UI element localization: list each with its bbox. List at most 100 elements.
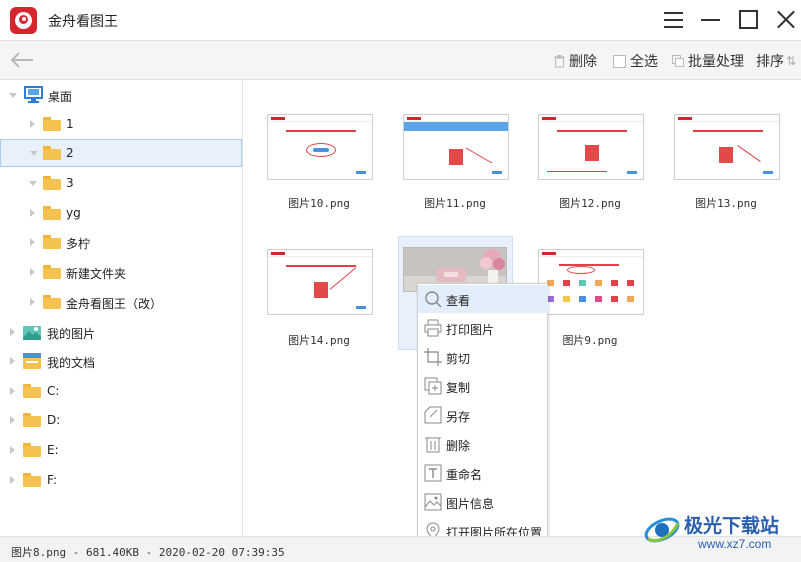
collapse-arrow-icon[interactable] (9, 93, 17, 98)
tree-item-my-documents[interactable]: 我的文档 (0, 347, 242, 375)
menu-item-view[interactable]: 查看 (418, 285, 548, 313)
copy-icon (424, 377, 442, 395)
documents-icon (23, 353, 41, 369)
toolbar: 删除 全选 批量处理 排序 ⇅ (0, 40, 801, 80)
expand-arrow-icon[interactable] (10, 328, 15, 336)
folder-icon (43, 176, 61, 190)
tree-item-label: 我的文档 (47, 356, 96, 370)
pictures-icon (23, 326, 41, 340)
save-as-icon (424, 406, 442, 424)
back-arrow-icon[interactable] (9, 50, 35, 70)
menu-item-print[interactable]: 打印图片 (418, 314, 548, 342)
expand-arrow-icon[interactable] (30, 209, 35, 217)
thumbnail-filename: 图片12.png (559, 197, 621, 210)
trash-icon (425, 437, 441, 453)
thumbnail-filename: 图片11.png (424, 197, 486, 210)
menu-item-rename[interactable]: 重命名 (418, 459, 548, 487)
expand-arrow-icon[interactable] (30, 120, 35, 128)
thumbnail-item[interactable]: 图片13.png (672, 112, 780, 227)
menu-item-copy[interactable]: 复制 (418, 372, 548, 400)
tree-item-label: F: (47, 473, 58, 487)
sort-button[interactable]: 排序 ⇅ (756, 52, 800, 70)
minimize-icon[interactable] (698, 8, 724, 32)
printer-icon (424, 319, 442, 337)
thumbnail-image (403, 114, 509, 180)
sort-label: 排序 (756, 54, 784, 70)
menu-item-label: 查看 (446, 294, 471, 308)
expand-arrow-icon[interactable] (10, 476, 15, 484)
expand-arrow-icon[interactable] (30, 268, 35, 276)
magnifier-icon (425, 291, 442, 308)
folder-icon (43, 295, 61, 309)
close-icon[interactable] (774, 8, 800, 32)
select-all-checkbox[interactable]: 全选 (613, 52, 658, 70)
menu-item-label: 打印图片 (446, 323, 495, 337)
menu-item-save-as[interactable]: 另存 (418, 401, 548, 429)
tree-item-label: D: (47, 413, 61, 427)
thumbnail-item[interactable]: 图片14.png (265, 247, 373, 362)
tree-item-folder-1[interactable]: 1 (0, 110, 242, 138)
watermark-url: www.xz7.com (698, 537, 772, 551)
maximize-icon[interactable] (736, 8, 762, 32)
expand-arrow-icon[interactable] (10, 387, 15, 395)
thumbnail-image (538, 114, 644, 180)
tree-item-drive-e[interactable]: E: (0, 436, 242, 464)
expand-arrow-icon[interactable] (10, 357, 15, 365)
expand-arrow-icon[interactable] (30, 238, 35, 246)
tree-item-label: yg (66, 206, 81, 220)
watermark: 极光下载站 www.xz7.com (640, 505, 800, 557)
crop-icon (424, 348, 442, 366)
menu-icon[interactable] (661, 8, 687, 32)
folder-icon (43, 235, 61, 249)
tree-item-folder-jinzhou[interactable]: 金舟看图王（改） (0, 288, 242, 316)
expand-arrow-icon[interactable] (30, 298, 35, 306)
menu-item-label: 重命名 (446, 468, 483, 482)
tree-item-folder-yg[interactable]: yg (0, 199, 242, 227)
status-text: 图片8.png - 681.40KB - 2020-02-20 07:39:35 (11, 546, 285, 559)
folder-tree: 桌面 1 2 3 yg 多柠 新建文件夹 金舟看图王（改） 我的图片 我的文档 … (0, 80, 243, 536)
folder-icon (23, 413, 41, 427)
tree-item-label: 我的图片 (47, 327, 96, 341)
thumbnail-filename: 图片13.png (695, 197, 757, 210)
thumbnail-image (267, 114, 373, 180)
tree-item-folder-new[interactable]: 新建文件夹 (0, 258, 242, 286)
tree-item-my-pictures[interactable]: 我的图片 (0, 318, 242, 346)
menu-item-image-info[interactable]: 图片信息 (418, 488, 548, 516)
collapse-arrow-icon[interactable] (29, 181, 37, 186)
rename-icon (424, 464, 442, 482)
menu-item-delete[interactable]: 删除 (418, 430, 548, 458)
batch-icon (672, 55, 684, 67)
delete-button[interactable]: 删除 (554, 52, 597, 70)
tree-item-drive-d[interactable]: D: (0, 406, 242, 434)
expand-arrow-icon[interactable] (10, 446, 15, 454)
tree-item-drive-f[interactable]: F: (0, 466, 242, 494)
tree-item-folder-duoning[interactable]: 多柠 (0, 228, 242, 256)
folder-icon (23, 473, 41, 487)
tree-item-label: 1 (66, 117, 74, 131)
tree-item-folder-2[interactable]: 2 (0, 139, 242, 167)
checkbox-icon (613, 54, 626, 68)
app-title: 金舟看图王 (48, 14, 118, 30)
watermark-name: 极光下载站 (684, 515, 780, 537)
tree-item-folder-3[interactable]: 3 (0, 169, 242, 197)
thumbnail-item[interactable]: 图片12.png (536, 112, 644, 227)
thumbnail-item[interactable]: 图片9.png (536, 247, 644, 362)
menu-item-cut[interactable]: 剪切 (418, 343, 548, 371)
tree-item-label: C: (47, 384, 60, 398)
thumbnail-item[interactable]: 图片10.png (265, 112, 373, 227)
thumbnail-item[interactable]: 图片11.png (401, 112, 509, 227)
thumbnail-image (538, 249, 644, 315)
menu-item-label: 另存 (446, 410, 471, 424)
folder-icon (43, 117, 61, 131)
tree-item-desktop[interactable]: 桌面 (0, 81, 242, 109)
thumbnail-filename: 图片10.png (288, 197, 350, 210)
tree-item-drive-c[interactable]: C: (0, 377, 242, 405)
watermark-logo-icon (644, 517, 680, 543)
sort-arrows-icon: ⇅ (786, 54, 797, 68)
tree-item-label: 桌面 (48, 90, 73, 104)
collapse-arrow-icon[interactable] (30, 151, 38, 156)
batch-process-button[interactable]: 批量处理 (672, 52, 744, 70)
tree-item-label: 3 (66, 176, 74, 190)
expand-arrow-icon[interactable] (10, 416, 15, 424)
desktop-icon (24, 86, 43, 103)
